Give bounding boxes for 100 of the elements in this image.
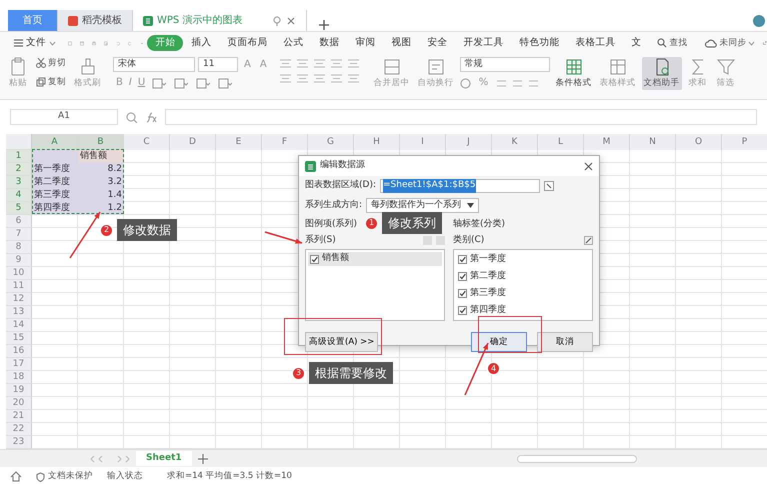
move-down-icon[interactable] [436,236,445,245]
border-icon[interactable] [152,78,166,88]
row-header[interactable]: 11 [6,280,32,293]
table-cell[interactable]: 第一季度 [32,163,78,176]
row-header[interactable]: 8 [6,241,32,254]
align-icon[interactable] [280,74,291,83]
filter-button[interactable]: 筛选 [714,57,738,90]
menu-tab[interactable]: 公式 [275,34,312,52]
wrap-text-button[interactable]: 自动换行 [416,57,456,90]
menu-tab[interactable]: 开发工具 [455,34,512,52]
align-icon[interactable] [314,74,325,83]
format-painter-button[interactable]: 格式刷 [72,57,103,90]
menu-tab[interactable]: 特色功能 [511,34,568,52]
column-header[interactable]: H [354,134,400,150]
column-header[interactable]: P [722,134,767,150]
column-header[interactable]: J [446,134,492,150]
align-icon[interactable] [280,59,291,68]
row-header[interactable]: 16 [6,345,32,358]
row-header[interactable]: 21 [6,410,32,423]
menu-tab[interactable]: 文 [623,34,650,52]
list-item[interactable]: 第三季度 [456,285,590,302]
window-tab[interactable]: 稻壳模板 [58,10,133,31]
grow-font-button[interactable]: A [241,57,254,72]
collapse-dialog-icon[interactable] [544,181,554,191]
cut-button[interactable]: 剪切 [34,57,68,70]
advanced-settings-button[interactable]: 高级设置(A) >> [305,332,378,352]
row-header[interactable]: 9 [6,254,32,267]
sync-button[interactable]: 未同步 [703,36,758,50]
align-icon[interactable] [296,74,308,83]
table-cell[interactable]: 1.4 [78,189,124,202]
row-header[interactable]: 13 [6,306,32,319]
row-header[interactable]: 5 [6,202,32,215]
menu-tab[interactable]: 页面布局 [219,34,276,52]
font-select[interactable]: 宋体 [113,57,195,72]
list-item[interactable]: 第一季度 [456,251,590,268]
name-box[interactable]: A1 [10,109,118,125]
merge-center-button[interactable]: 合并居中 [372,57,412,90]
range-field[interactable]: =Sheet1!$A$1:$B$5 [380,179,540,193]
document-assistant-button[interactable]: 文档助手 [642,57,682,90]
table-cell[interactable]: 8.2 [78,163,124,176]
search-button[interactable]: 查找 [655,36,690,50]
row-header[interactable]: 15 [6,332,32,345]
checkbox[interactable] [458,289,467,298]
fill-color-icon[interactable] [174,78,188,88]
cancel-button[interactable]: 取消 [537,332,593,352]
clear-format-icon[interactable] [218,78,232,88]
italic-button[interactable]: I [126,76,135,90]
checkbox[interactable] [310,254,319,264]
row-header[interactable]: 7 [6,228,32,241]
select-all-corner[interactable] [6,134,32,150]
menu-tab[interactable]: 插入 [183,34,220,52]
move-up-icon[interactable] [423,236,432,245]
list-item[interactable]: 第二季度 [456,268,590,285]
formula-input[interactable] [165,109,757,125]
ok-button[interactable]: 确定 [471,332,527,352]
sheet-tab[interactable]: Sheet1 [136,450,192,466]
close-icon[interactable] [286,16,296,26]
row-header[interactable]: 10 [6,267,32,280]
row-header[interactable]: 1 [6,150,32,163]
row-header[interactable]: 22 [6,423,32,436]
horizontal-scrollbar[interactable] [517,454,637,462]
table-cell[interactable]: 3.2 [78,176,124,189]
row-header[interactable]: 17 [6,358,32,371]
row-header[interactable]: 19 [6,384,32,397]
zoom-icon[interactable] [126,112,137,122]
currency-icon[interactable] [460,78,471,88]
column-header[interactable]: O [676,134,722,150]
row-header[interactable]: 23 [6,436,32,449]
menu-tab[interactable]: 开始 [147,34,184,52]
list-item[interactable]: 销售额 [308,252,442,266]
menu-tab[interactable]: 安全 [419,34,456,52]
column-header[interactable]: A [32,134,78,150]
shrink-font-button[interactable]: A [256,57,270,72]
font-color-icon[interactable] [196,78,210,88]
list-item[interactable]: 第四季度 [456,302,590,319]
column-header[interactable]: F [262,134,308,150]
direction-select[interactable]: 每列数据作为一个系列 [366,198,480,213]
table-cell[interactable]: 第四季度 [32,202,78,215]
file-menu[interactable]: 文件 [6,34,64,52]
column-header[interactable]: K [492,134,538,150]
row-header[interactable]: 4 [6,189,32,202]
row-header[interactable]: 3 [6,176,32,189]
checkbox[interactable] [458,255,467,264]
column-header[interactable]: L [538,134,584,150]
menu-tab[interactable]: 数据 [311,34,348,52]
checkbox[interactable] [458,306,467,315]
menu-tab[interactable]: 视图 [383,34,420,52]
column-header[interactable]: E [216,134,262,150]
underline-button[interactable]: U [134,76,148,90]
column-header[interactable]: B [78,134,124,150]
window-tab[interactable]: 首页 [8,10,58,31]
align-icon[interactable] [348,59,359,68]
row-header[interactable]: 2 [6,163,32,176]
menu-tab[interactable]: 审阅 [347,34,384,52]
pin-icon[interactable] [272,16,282,26]
new-tab-icon[interactable] [319,20,329,30]
bold-button[interactable]: B [113,76,126,90]
add-sheet-icon[interactable] [198,454,208,464]
menu-tab[interactable]: 表格工具 [567,34,624,52]
number-format-select[interactable]: 常规 [460,57,550,72]
